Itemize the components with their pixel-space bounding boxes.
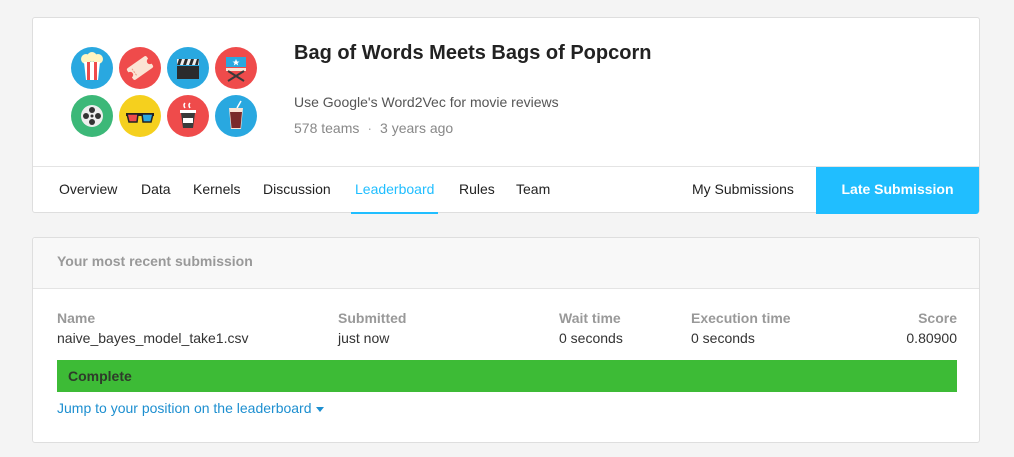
submission-name-column: Name naive_bayes_model_take1.csv (57, 310, 248, 346)
competition-age: 3 years ago (380, 120, 454, 136)
execution-time-header: Execution time (691, 310, 791, 326)
score-value: 0.80900 (906, 330, 957, 346)
meta-separator: · (367, 120, 373, 136)
wait-time-value: 0 seconds (559, 330, 623, 346)
submitted-column: Submitted just now (338, 310, 406, 346)
recent-submission-panel: Your most recent submission Name naive_b… (32, 237, 980, 443)
jump-link-label: Jump to your position on the leaderboard (57, 400, 312, 416)
directors-chair-icon (215, 47, 257, 89)
tab-leaderboard[interactable]: Leaderboard (351, 167, 439, 214)
tab-discussion[interactable]: Discussion (263, 167, 331, 212)
competition-logo (71, 47, 257, 139)
tab-team[interactable]: Team (516, 167, 550, 212)
popcorn-icon (71, 47, 113, 89)
competition-title: Bag of Words Meets Bags of Popcorn (294, 42, 652, 64)
execution-time-value: 0 seconds (691, 330, 755, 346)
caret-down-icon (315, 406, 324, 412)
score-column: Score 0.80900 (906, 310, 957, 346)
tab-my-submissions[interactable]: My Submissions (692, 167, 794, 212)
teams-count: 578 teams (294, 120, 360, 136)
recent-submission-title: Your most recent submission (57, 253, 253, 269)
wait-time-column: Wait time 0 seconds (559, 310, 623, 346)
competition-description: Use Google's Word2Vec for movie reviews (294, 94, 559, 110)
tab-kernels[interactable]: Kernels (193, 167, 240, 212)
tab-rules[interactable]: Rules (459, 167, 495, 212)
soda-cup-icon (215, 95, 257, 137)
jump-to-leaderboard-link[interactable]: Jump to your position on the leaderboard (57, 400, 324, 416)
ticket-icon (119, 47, 161, 89)
competition-meta: 578 teams · 3 years ago (294, 120, 453, 136)
recent-submission-header: Your most recent submission (33, 238, 979, 289)
name-header: Name (57, 310, 96, 326)
clapperboard-icon (167, 47, 209, 89)
coffee-cup-icon (167, 95, 209, 137)
tab-overview[interactable]: Overview (59, 167, 117, 212)
execution-time-column: Execution time 0 seconds (691, 310, 791, 346)
status-label: Complete (68, 368, 132, 384)
submitted-value: just now (338, 330, 390, 346)
submission-status-bar: Complete (57, 360, 957, 392)
competition-header: Bag of Words Meets Bags of Popcorn Use G… (32, 17, 980, 214)
late-submission-button[interactable]: Late Submission (816, 167, 979, 214)
film-reel-icon (71, 95, 113, 137)
tab-data[interactable]: Data (141, 167, 171, 212)
3d-glasses-icon (119, 95, 161, 137)
score-header: Score (918, 310, 957, 326)
competition-tabs: Overview Data Kernels Discussion Leaderb… (33, 166, 979, 214)
submission-filename: naive_bayes_model_take1.csv (57, 330, 249, 346)
wait-time-header: Wait time (559, 310, 621, 326)
submitted-header: Submitted (338, 310, 407, 326)
